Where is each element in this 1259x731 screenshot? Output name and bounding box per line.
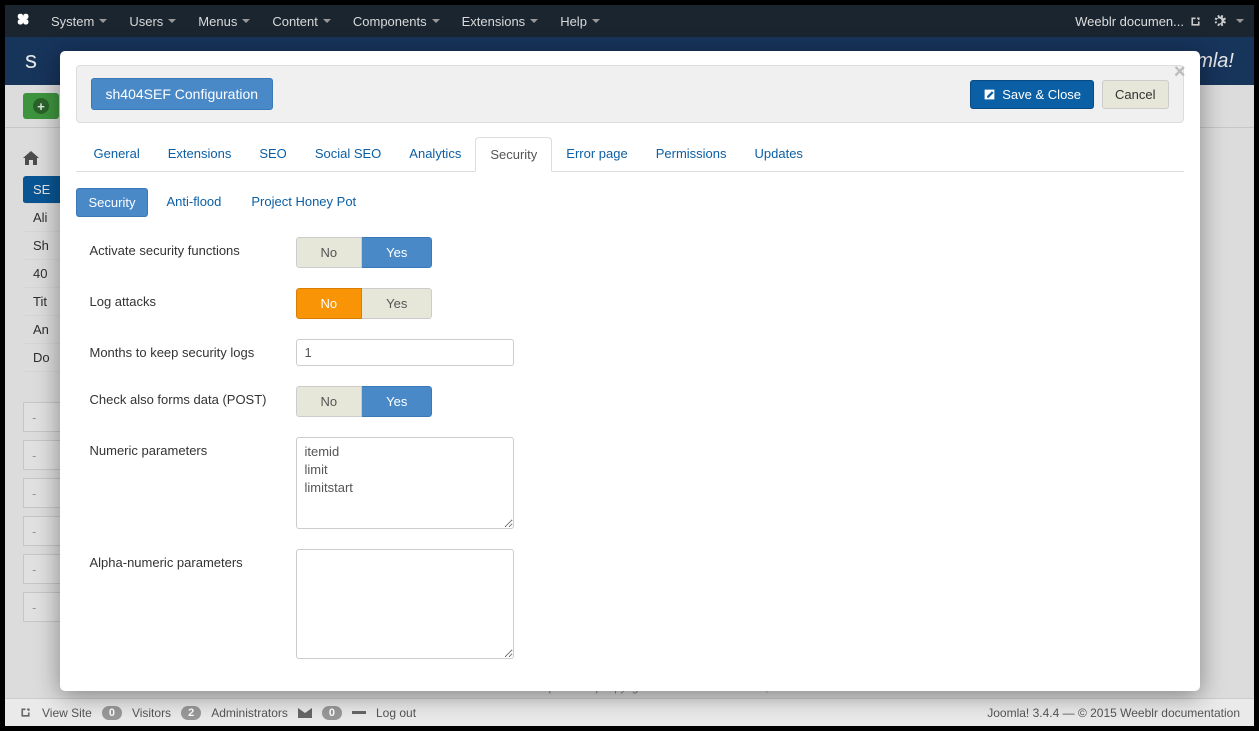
dash-icon [352, 711, 366, 714]
menu-menus[interactable]: Menus [188, 8, 260, 35]
label-numeric-params: Numeric parameters [90, 437, 296, 458]
field-activate-security: Activate security functions No Yes [76, 237, 1184, 268]
toggle-check-post: No Yes [296, 386, 433, 417]
chevron-down-icon [242, 19, 250, 23]
envelope-icon[interactable] [298, 708, 312, 718]
external-link-icon [1189, 15, 1202, 28]
menu-components[interactable]: Components [343, 8, 450, 35]
external-link-icon [19, 706, 32, 719]
tab-extensions[interactable]: Extensions [154, 137, 246, 171]
toggle-log-attacks: No Yes [296, 288, 433, 319]
tab-updates[interactable]: Updates [741, 137, 817, 171]
visitors-label: Visitors [132, 706, 171, 720]
field-log-attacks: Log attacks No Yes [76, 288, 1184, 319]
chevron-down-icon [323, 19, 331, 23]
toggle-activate: No Yes [296, 237, 433, 268]
modal-title: sh404SEF Configuration [91, 78, 274, 110]
admins-badge[interactable]: 2 [181, 706, 201, 720]
label-months-keep: Months to keep security logs [90, 339, 296, 360]
modal-body: sh404SEF Configuration Save & Close Canc… [60, 51, 1200, 691]
chevron-down-icon [530, 19, 538, 23]
modal-toolbar: sh404SEF Configuration Save & Close Canc… [76, 65, 1184, 123]
tab-analytics[interactable]: Analytics [395, 137, 475, 171]
option-yes[interactable]: Yes [362, 386, 432, 417]
option-no[interactable]: No [296, 288, 363, 319]
joomla-icon [15, 12, 33, 30]
gear-icon[interactable] [1212, 14, 1226, 28]
pencil-icon [983, 88, 996, 101]
menu-users[interactable]: Users [119, 8, 186, 35]
chevron-down-icon [99, 19, 107, 23]
tab-error-page[interactable]: Error page [552, 137, 641, 171]
option-no[interactable]: No [296, 237, 363, 268]
visitors-badge[interactable]: 0 [102, 706, 122, 720]
chevron-down-icon [1236, 19, 1244, 23]
close-icon[interactable]: × [1174, 61, 1186, 84]
option-yes[interactable]: Yes [362, 237, 432, 268]
logout-link[interactable]: Log out [376, 706, 416, 720]
chevron-down-icon [168, 19, 176, 23]
chevron-down-icon [592, 19, 600, 23]
tab-permissions[interactable]: Permissions [642, 137, 741, 171]
menu-extensions[interactable]: Extensions [452, 8, 549, 35]
tab-social-seo[interactable]: Social SEO [301, 137, 395, 171]
view-site-link[interactable]: View Site [42, 706, 92, 720]
chevron-down-icon [432, 19, 440, 23]
option-no[interactable]: No [296, 386, 363, 417]
sub-tabs: Security Anti-flood Project Honey Pot [76, 188, 1184, 217]
tab-seo[interactable]: SEO [245, 137, 300, 171]
config-modal: × sh404SEF Configuration Save & Close Ca… [60, 51, 1200, 691]
field-months-keep: Months to keep security logs [76, 339, 1184, 366]
textarea-numeric-params[interactable]: itemid limit limitstart [296, 437, 514, 529]
tab-general[interactable]: General [80, 137, 154, 171]
site-name-link[interactable]: Weeblr documen... [1075, 14, 1202, 29]
menu-system[interactable]: System [41, 8, 117, 35]
tab-security[interactable]: Security [475, 137, 552, 172]
menu-content[interactable]: Content [262, 8, 341, 35]
field-numeric-params: Numeric parameters itemid limit limitsta… [76, 437, 1184, 529]
cancel-button[interactable]: Cancel [1102, 80, 1168, 109]
status-bar: View Site 0 Visitors 2 Administrators 0 … [5, 698, 1254, 726]
save-close-button[interactable]: Save & Close [970, 80, 1094, 109]
field-alphanumeric-params: Alpha-numeric parameters [76, 549, 1184, 659]
label-check-post: Check also forms data (POST) [90, 386, 296, 407]
subtab-honeypot[interactable]: Project Honey Pot [239, 188, 368, 217]
menu-help[interactable]: Help [550, 8, 610, 35]
subtab-security[interactable]: Security [76, 188, 149, 217]
label-alphanumeric-params: Alpha-numeric parameters [90, 549, 296, 570]
footer-right: Joomla! 3.4.4 — © 2015 Weeblr documentat… [987, 706, 1240, 720]
label-activate: Activate security functions [90, 237, 296, 258]
admins-label: Administrators [211, 706, 288, 720]
option-yes[interactable]: Yes [362, 288, 432, 319]
label-log-attacks: Log attacks [90, 288, 296, 309]
messages-badge[interactable]: 0 [322, 706, 342, 720]
textarea-alphanumeric[interactable] [296, 549, 514, 659]
input-months-keep[interactable] [296, 339, 514, 366]
topbar-menu: System Users Menus Content Components Ex… [41, 8, 610, 35]
admin-topbar: System Users Menus Content Components Ex… [5, 5, 1254, 37]
main-tabs: General Extensions SEO Social SEO Analyt… [76, 137, 1184, 172]
field-check-post: Check also forms data (POST) No Yes [76, 386, 1184, 417]
subtab-anti-flood[interactable]: Anti-flood [154, 188, 233, 217]
